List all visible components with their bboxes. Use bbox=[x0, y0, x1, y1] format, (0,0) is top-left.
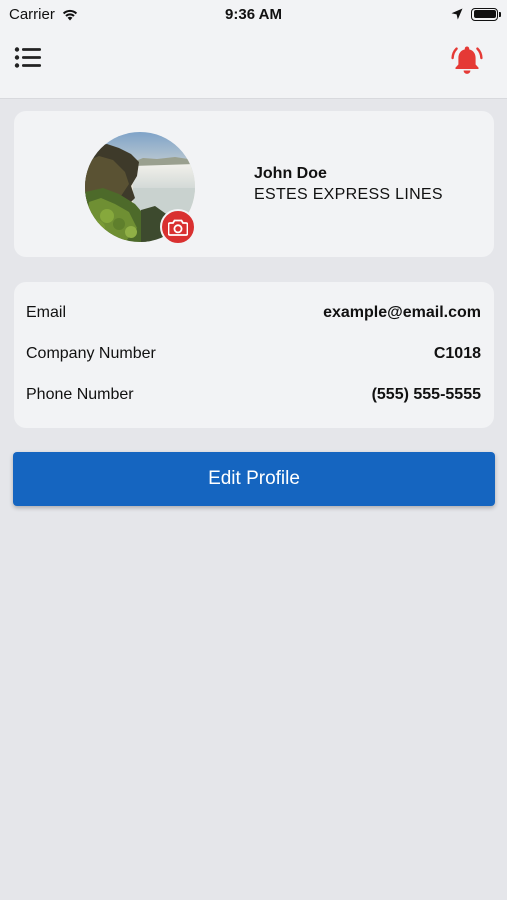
bell-ringing-icon bbox=[451, 46, 483, 74]
phone-number-value: (555) 555-5555 bbox=[371, 386, 481, 403]
company-number-value: C1018 bbox=[433, 345, 481, 362]
company-number-label: Company Number bbox=[26, 345, 156, 362]
info-card: Email example@email.com Company Number C… bbox=[14, 282, 494, 428]
wifi-icon bbox=[62, 9, 77, 20]
edit-profile-button[interactable]: Edit Profile bbox=[13, 452, 495, 506]
status-right bbox=[451, 7, 501, 21]
location-arrow-icon bbox=[451, 8, 463, 20]
email-value: example@email.com bbox=[323, 304, 481, 321]
email-label: Email bbox=[26, 304, 67, 321]
camera-icon bbox=[168, 219, 188, 236]
list-icon bbox=[14, 47, 41, 68]
profile-text: John Doe ESTES EXPRESS LINES bbox=[254, 164, 443, 206]
profile-company: ESTES EXPRESS LINES bbox=[254, 186, 443, 203]
phone-number-label: Phone Number bbox=[26, 386, 134, 403]
notifications-button[interactable] bbox=[449, 42, 485, 78]
status-bar: Carrier 9:36 AM bbox=[0, 0, 507, 28]
carrier-label: Carrier bbox=[9, 5, 55, 23]
info-row-phone-number: Phone Number (555) 555-5555 bbox=[26, 386, 481, 404]
menu-button[interactable] bbox=[14, 46, 46, 74]
battery-fill bbox=[473, 10, 496, 18]
nav-bar bbox=[0, 28, 507, 99]
status-left: Carrier bbox=[9, 6, 79, 23]
battery-icon bbox=[471, 7, 501, 21]
info-row-email: Email example@email.com bbox=[26, 304, 481, 322]
info-row-company-number: Company Number C1018 bbox=[26, 345, 481, 363]
profile-name: John Doe bbox=[254, 165, 327, 182]
profile-card: John Doe ESTES EXPRESS LINES bbox=[14, 111, 494, 257]
change-photo-button[interactable] bbox=[160, 209, 196, 245]
avatar-wrap bbox=[85, 132, 196, 245]
